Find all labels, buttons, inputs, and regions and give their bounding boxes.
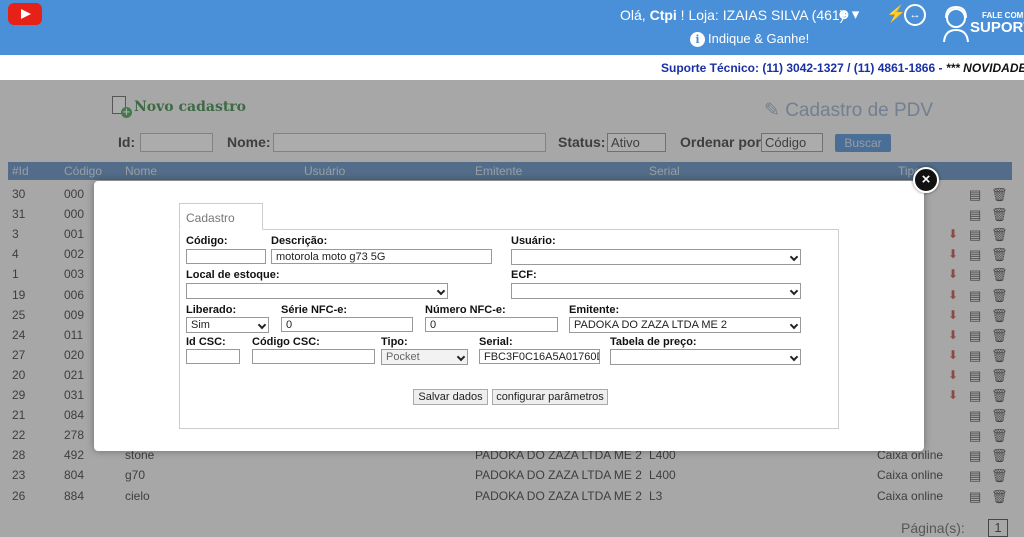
codigo-csc-label: Código CSC: [252,336,320,348]
bolt-icon[interactable]: ⚡ [886,4,906,24]
youtube-icon[interactable] [8,3,42,25]
tipo-value: Pocket [386,351,420,363]
emitente-select[interactable]: PADOKA DO ZAZA LTDA ME 2 [569,317,801,333]
chevron-down-icon [789,352,799,362]
descricao-label: Descrição: [271,235,328,247]
indique-label: Indique & Ganhe! [708,31,810,46]
usuario-select[interactable] [511,249,801,265]
chevron-down-icon [789,320,799,330]
id-csc-label: Id CSC: [186,336,226,348]
chevron-down-icon [789,286,799,296]
liberado-value: Sim [191,319,210,331]
greeting-store: ! Loja: IZAIAS SILVA (461) [676,7,845,23]
local-estoque-label: Local de estoque: [186,269,280,281]
arrows-icon[interactable]: ↔ [904,4,926,26]
emitente-label: Emitente: [569,304,620,316]
top-header: Olá, Ctpi ! Loja: IZAIAS SILVA (461) ☻▾ … [0,0,1024,55]
serial-input[interactable]: FBC3F0C16A5A01760D [479,349,600,364]
ecf-select[interactable] [511,283,801,299]
greeting-prefix: Olá, [620,7,650,23]
tipo-label: Tipo: [381,336,408,348]
serie-nfce-input[interactable]: 0 [281,317,413,332]
liberado-label: Liberado: [186,304,237,316]
support-agent-icon[interactable] [940,4,972,44]
local-estoque-select[interactable] [186,283,448,299]
greeting-user: Ctpi [649,7,677,23]
liberado-select[interactable]: Sim [186,317,269,333]
support-phone-text: Suporte Técnico: (11) 3042-1327 / (11) 4… [661,61,946,75]
serial-label: Serial: [479,336,513,348]
ecf-label: ECF: [511,269,537,281]
salvar-dados-button[interactable]: Salvar dados [413,389,488,405]
chevron-down-icon [789,252,799,262]
codigo-csc-input[interactable] [252,349,375,364]
info-icon: i [690,32,705,47]
serie-nfce-label: Série NFC-e: [281,304,348,316]
emitente-value: PADOKA DO ZAZA LTDA ME 2 [574,319,728,331]
support-phone-line: Suporte Técnico: (11) 3042-1327 / (11) 4… [661,61,1024,75]
chevron-down-icon [257,320,267,330]
greeting: Olá, Ctpi ! Loja: IZAIAS SILVA (461) [620,7,844,23]
close-icon[interactable]: × [913,167,939,193]
user-icon[interactable]: ☻▾ [836,5,859,23]
configurar-parametros-button[interactable]: configurar parâmetros [492,389,608,405]
tabela-preco-label: Tabela de preço: [610,336,697,348]
novidades-text[interactable]: *** NOVIDADES ** [946,61,1024,75]
tab-cadastro[interactable]: Cadastro [179,203,263,230]
indique-link[interactable]: i Indique & Ganhe! [690,31,809,47]
numero-nfce-label: Número NFC-e: [425,304,506,316]
chevron-down-icon [436,286,446,296]
tabela-preco-select[interactable] [610,349,801,365]
usuario-label: Usuário: [511,235,556,247]
codigo-input[interactable] [186,249,266,264]
descricao-input[interactable]: motorola moto g73 5G [271,249,492,264]
suporte-label[interactable]: SUPORTE [970,19,1024,36]
numero-nfce-input[interactable]: 0 [425,317,558,332]
codigo-label: Código: [186,235,228,247]
id-csc-input[interactable] [186,349,240,364]
chevron-down-icon [456,352,466,362]
tipo-select[interactable]: Pocket [381,349,468,365]
